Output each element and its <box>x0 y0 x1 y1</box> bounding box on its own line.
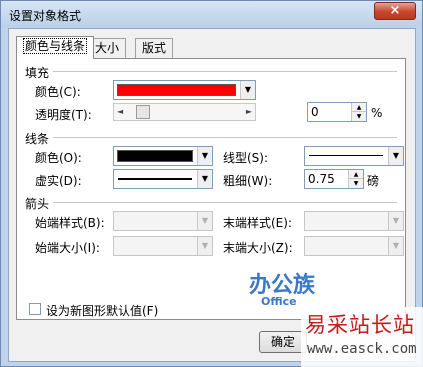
begin-style-label: 始端样式(B): <box>35 216 105 230</box>
fill-section-label: 填充 <box>25 66 50 80</box>
chevron-down-icon: ▼ <box>197 170 212 188</box>
dialog-title: 设置对象格式 <box>9 9 82 23</box>
fill-color-swatch <box>117 84 236 96</box>
close-button[interactable]: × <box>374 2 416 20</box>
fill-color-label: 颜色(C): <box>35 85 81 99</box>
line-section-divider <box>53 137 397 139</box>
default-checkbox-label[interactable]: 设为新图形默认值(F) <box>46 302 158 319</box>
transparency-spinner[interactable]: ▲ ▼ <box>351 103 366 121</box>
chevron-down-icon: ▼ <box>388 147 403 165</box>
line-color-label: 颜色(O): <box>35 151 82 165</box>
arrows-section-label: 箭头 <box>25 197 50 211</box>
spin-up-icon[interactable]: ▲ <box>352 103 366 112</box>
slider-thumb[interactable] <box>136 105 150 119</box>
weight-spinner[interactable]: ▲ ▼ <box>348 170 363 188</box>
weight-input[interactable]: 0.75 ▲ ▼ <box>304 169 364 189</box>
title-bar: 设置对象格式 × <box>1 1 422 27</box>
spin-down-icon[interactable]: ▼ <box>352 112 366 121</box>
line-style-preview <box>309 155 383 156</box>
end-size-dropdown[interactable]: ▼ <box>304 236 404 256</box>
transparency-label: 透明度(T): <box>35 108 92 122</box>
line-color-swatch <box>117 150 193 162</box>
tab-layout[interactable]: 版式 <box>135 38 174 58</box>
line-style-dropdown[interactable]: ▼ <box>304 146 404 166</box>
end-style-label: 末端样式(E): <box>223 216 292 230</box>
watermark-url: www.easck.com <box>307 341 417 357</box>
weight-value: 0.75 <box>308 172 335 186</box>
slider-right-icon: ► <box>245 107 252 116</box>
begin-size-dropdown[interactable]: ▼ <box>113 236 213 256</box>
end-size-label: 末端大小(Z): <box>223 241 293 255</box>
chevron-down-icon: ▼ <box>197 147 212 165</box>
transparency-slider[interactable]: ◄ ► <box>113 103 256 121</box>
transparency-input[interactable]: 0 ▲ ▼ <box>307 102 367 122</box>
slider-left-icon: ◄ <box>117 107 124 116</box>
transparency-unit: % <box>371 106 383 120</box>
dash-dropdown[interactable]: ▼ <box>113 169 213 189</box>
arrows-section-divider <box>53 202 397 204</box>
watermark-site-name: 易采站长站 <box>305 313 415 337</box>
chevron-down-icon: ▼ <box>197 212 212 230</box>
transparency-value: 0 <box>311 105 319 119</box>
spin-down-icon[interactable]: ▼ <box>349 179 363 188</box>
chevron-down-icon: ▼ <box>197 237 212 255</box>
line-color-dropdown[interactable]: ▼ <box>113 146 213 166</box>
format-object-dialog: 设置对象格式 × 颜色与线条 大小 版式 填充 颜色(C): ▼ 透明度(T): <box>0 0 423 367</box>
chevron-down-icon: ▼ <box>388 212 403 230</box>
weight-unit: 磅 <box>367 174 380 188</box>
begin-size-label: 始端大小(I): <box>35 241 100 255</box>
chevron-down-icon: ▼ <box>240 81 255 99</box>
default-checkbox[interactable] <box>29 303 41 315</box>
chevron-down-icon: ▼ <box>388 237 403 255</box>
line-section-label: 线条 <box>25 132 50 146</box>
line-style-label: 线型(S): <box>223 151 269 165</box>
end-style-dropdown[interactable]: ▼ <box>304 211 404 231</box>
fill-color-dropdown[interactable]: ▼ <box>113 80 256 100</box>
weight-label: 粗细(W): <box>223 174 273 188</box>
watermark-logo-sub: Office <box>261 295 297 308</box>
close-icon: × <box>389 3 401 18</box>
dash-label: 虚实(D): <box>35 174 82 188</box>
spin-up-icon[interactable]: ▲ <box>349 170 363 179</box>
fill-section-divider <box>53 71 397 73</box>
begin-style-dropdown[interactable]: ▼ <box>113 211 213 231</box>
dash-preview <box>118 178 192 180</box>
tab-panel: 填充 颜色(C): ▼ 透明度(T): ◄ ► 0 ▲ ▼ % 线条 颜色(O)… <box>16 58 406 320</box>
tab-colors-and-lines[interactable]: 颜色与线条 <box>16 36 95 59</box>
ok-button[interactable]: 确定 <box>259 331 307 353</box>
